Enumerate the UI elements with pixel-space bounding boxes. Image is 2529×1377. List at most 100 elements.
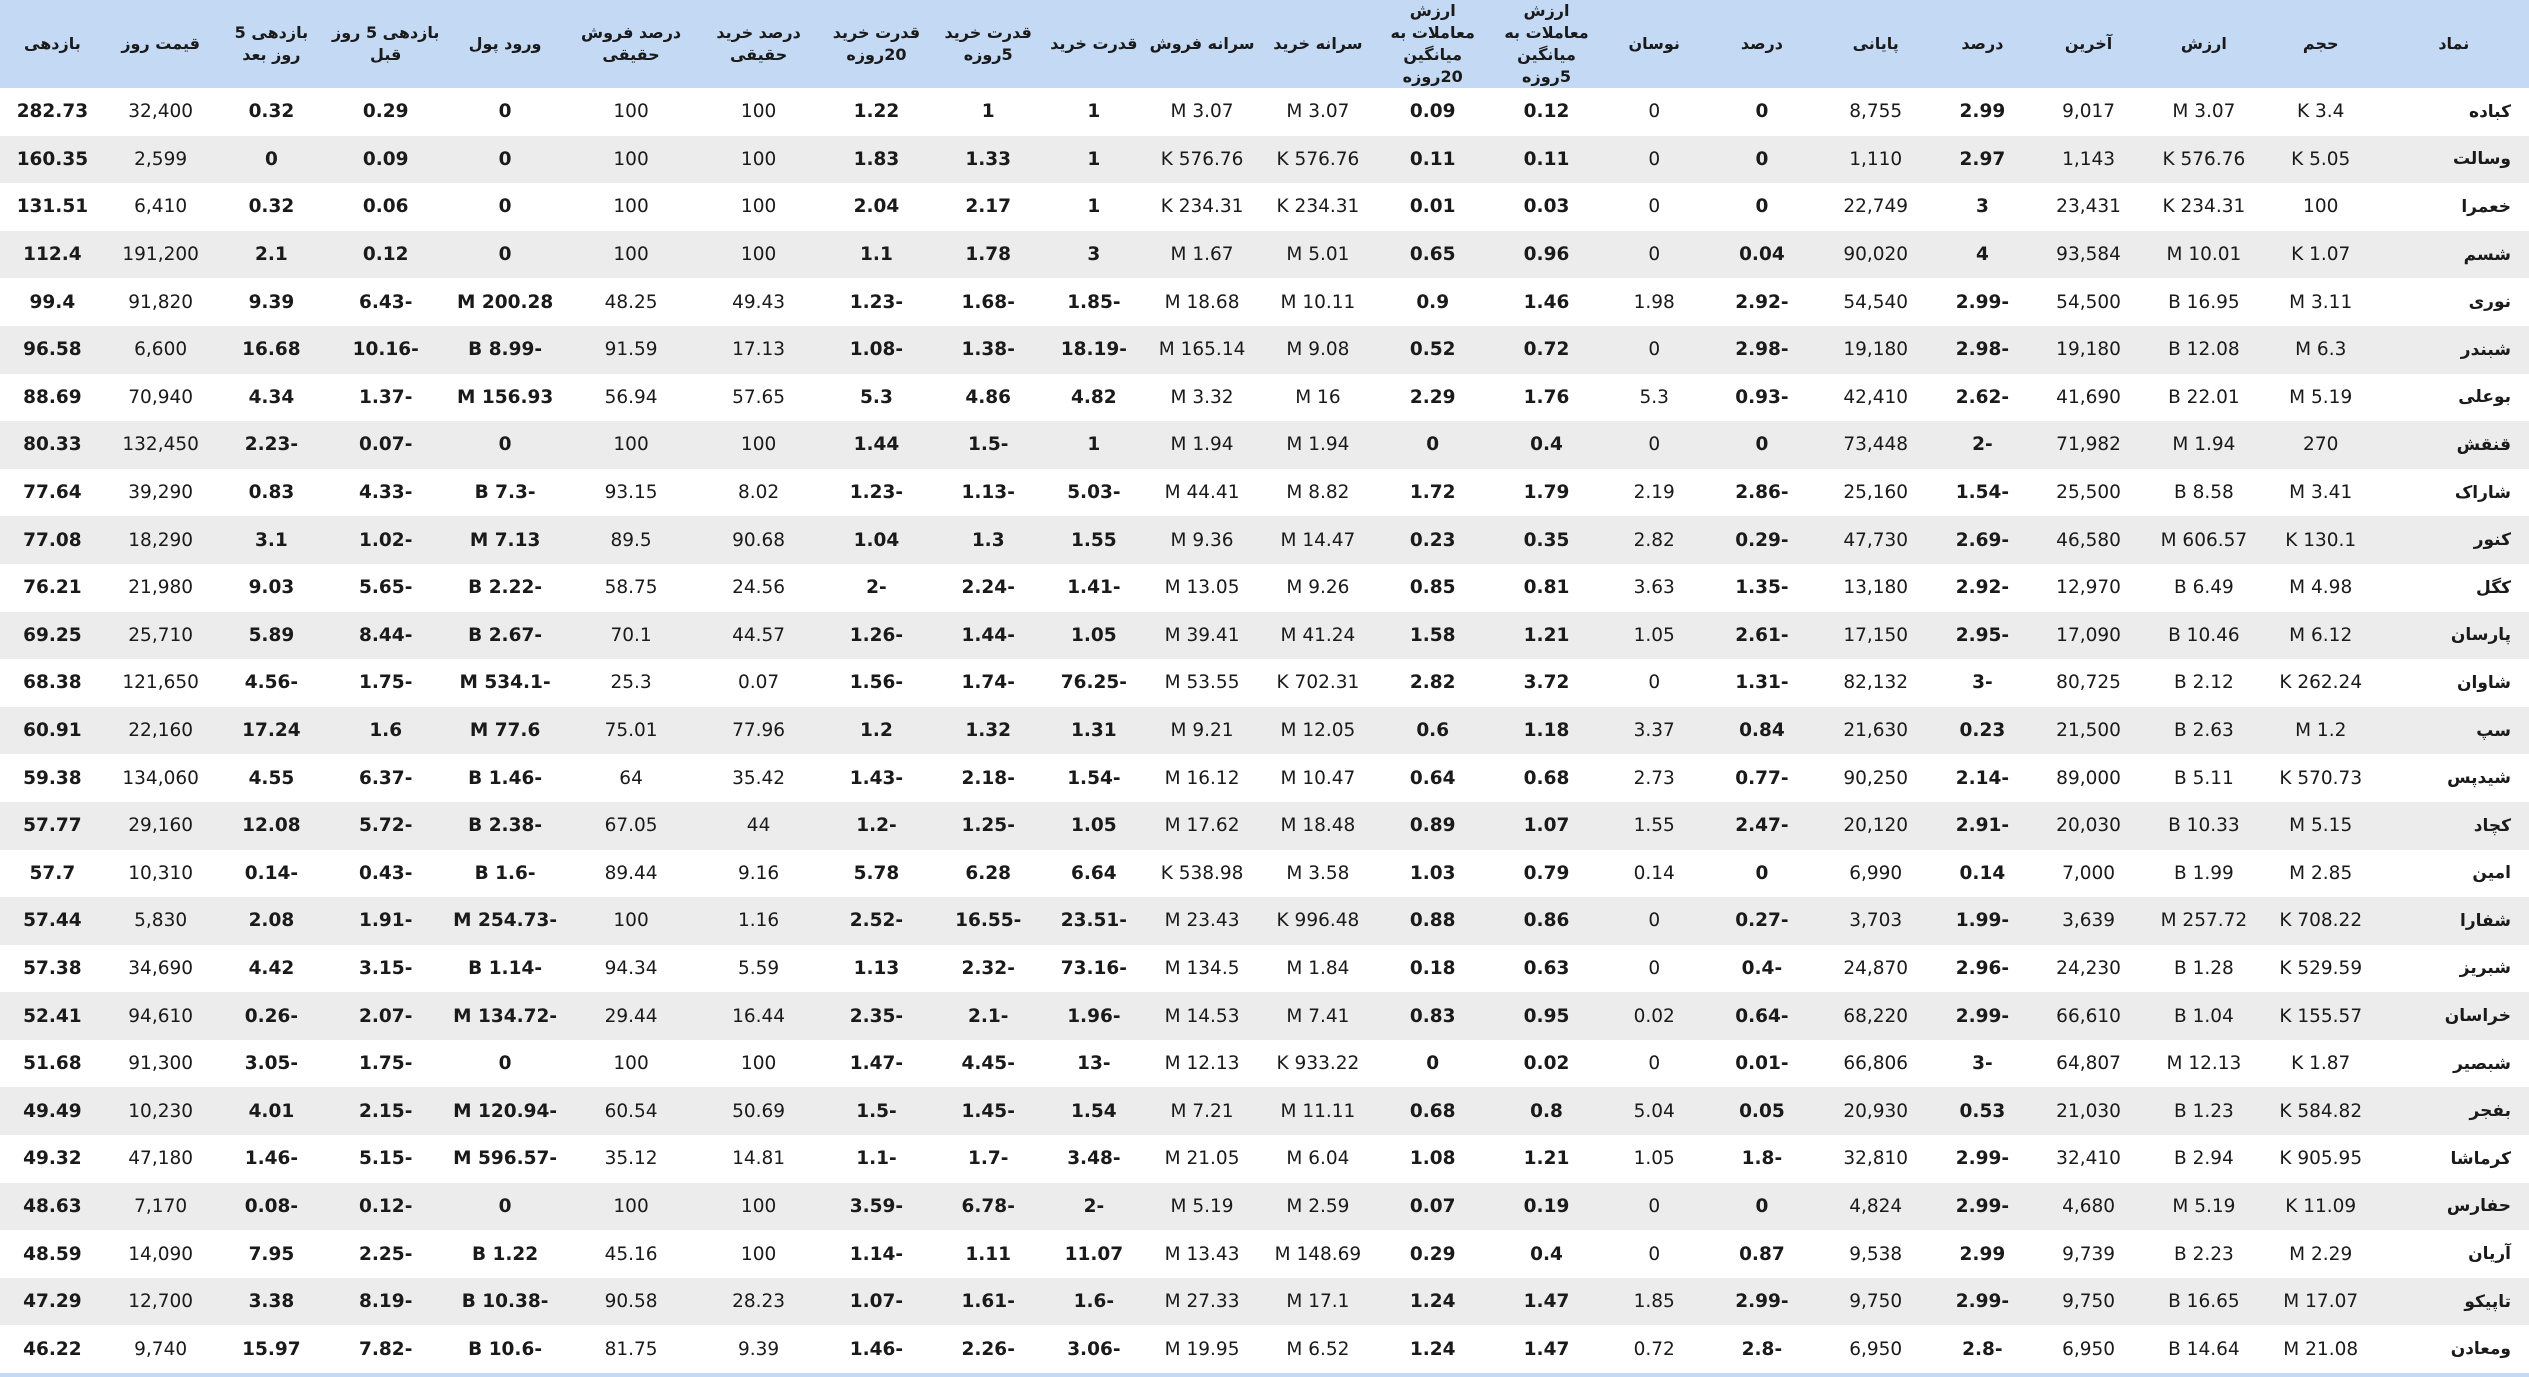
symbol-cell[interactable]: کچاد xyxy=(2379,802,2529,850)
column-header[interactable]: بازدهی 5 روز بعد xyxy=(217,0,327,88)
table-row[interactable]: شبصیر 1.87 K 12.13 M 64,807 -3 66,806 -0.01 0 0.… xyxy=(0,1039,2529,1088)
table-row[interactable]: شیدپس 570.73 K 5.11 B 89,000 -2.14 90,250 -0.7… xyxy=(0,754,2529,802)
column-header[interactable]: نماد xyxy=(2379,0,2529,88)
symbol-cell[interactable]: شاوان xyxy=(2379,659,2529,707)
symbol-cell[interactable]: امین xyxy=(2379,850,2529,898)
symbol-cell[interactable]: بوعلی xyxy=(2379,374,2529,422)
column-header[interactable]: درصد xyxy=(1933,0,2033,88)
table-row[interactable]: بوعلی 5.19 M 22.01 B 41,690 -2.62 42,410 -0.93… xyxy=(0,373,2529,422)
symbol-cell[interactable]: کگل xyxy=(2379,564,2529,612)
table-row[interactable]: خراسان 155.57 K 1.04 B 66,610 -2.99 68,220 -0.… xyxy=(0,992,2529,1040)
symbol-cell[interactable]: خراسان xyxy=(2379,992,2529,1040)
symbol-cell[interactable]: نوری xyxy=(2379,278,2529,326)
symbol-cell[interactable]: وسالت xyxy=(2379,136,2529,184)
table-cell: 3,703 xyxy=(1849,910,1903,932)
table-cell: -2.32 xyxy=(961,957,1015,979)
symbol-cell[interactable]: شاراک xyxy=(2379,469,2529,517)
symbol-cell[interactable]: کباده xyxy=(2379,88,2529,136)
table-cell: 8.58 B xyxy=(2173,482,2234,504)
column-header[interactable]: ارزش معاملات به میانگین 5روزه xyxy=(1490,0,1604,88)
table-cell: 576.76 K xyxy=(1160,148,1244,170)
table-cell: -0.93 xyxy=(1735,386,1789,408)
column-header[interactable]: قیمت روز xyxy=(105,0,217,88)
symbol-cell[interactable]: شفارا xyxy=(2379,897,2529,945)
table-row[interactable]: شبندر 6.3 M 12.08 B 19,180 -2.98 19,180 -2.98 0… xyxy=(0,325,2529,374)
table-row[interactable]: قنقش 270 1.94 M 71,982 -2 73,448 0 0 0.4 0 1.94 M 1… xyxy=(0,421,2529,469)
symbol-cell[interactable]: پارسان xyxy=(2379,612,2529,660)
symbol-cell[interactable]: بفجر xyxy=(2379,1087,2529,1135)
column-header[interactable]: بازدهی 5 روز قبل xyxy=(326,0,445,88)
table-row[interactable]: خعمرا 100 234.31 K 23,431 3 22,749 0 0 0.03 0.01 2… xyxy=(0,183,2529,231)
table-row[interactable]: بفجر 584.82 K 1.23 B 21,030 0.53 20,930 0.05 5.… xyxy=(0,1087,2529,1136)
table-cell: 1.23 B xyxy=(2173,1100,2234,1122)
column-header[interactable]: سرانه خرید xyxy=(1260,0,1376,88)
table-row[interactable]: کنور 130.1 K 606.57 M 46,580 -2.69 47,730 -0.2… xyxy=(0,516,2529,564)
table-row[interactable]: ومعادن 21.08 M 14.64 B 6,950 -2.8 6,950 -2.8 0.… xyxy=(0,1325,2529,1374)
table-row[interactable]: حفارس 11.09 K 5.19 M 4,680 -2.99 4,824 0 0 0.19 0… xyxy=(0,1182,2529,1231)
column-header[interactable]: درصد xyxy=(1705,0,1819,88)
symbol-cell[interactable]: کنور xyxy=(2379,516,2529,564)
table-cell: 4.42 xyxy=(248,957,295,979)
table-cell: -1.25 xyxy=(961,815,1015,837)
column-header[interactable]: درصد خرید حقیقی xyxy=(697,0,820,88)
column-header[interactable]: نوسان xyxy=(1603,0,1705,88)
table-row[interactable]: شاوان 262.24 K 2.12 B 80,725 -3 82,132 -1.31 0 3… xyxy=(0,659,2529,707)
table-row[interactable]: کرماشا 905.95 K 2.94 B 32,410 -2.99 32,810 -1.… xyxy=(0,1135,2529,1183)
table-row[interactable]: آریان 2.29 M 2.23 B 9,739 2.99 9,538 0.87 0 0.4 0… xyxy=(0,1230,2529,1278)
column-header[interactable]: قدرت خرید xyxy=(1044,0,1145,88)
symbol-cell[interactable]: سپ xyxy=(2379,707,2529,755)
table-cell: 0.19 xyxy=(1523,1195,1570,1217)
table-cell: 0 xyxy=(498,434,512,456)
column-header[interactable]: قدرت خرید 5روزه xyxy=(933,0,1044,88)
table-row[interactable]: پارسان 6.12 M 10.46 B 17,090 -2.95 17,150 -2.6… xyxy=(0,611,2529,660)
table-row[interactable]: نوری 3.11 M 16.95 B 54,500 -2.99 54,540 -2.92 1… xyxy=(0,278,2529,326)
table-cell: 70,940 xyxy=(128,386,194,408)
table-cell: 32,400 xyxy=(128,101,194,123)
table-cell: 1.11 xyxy=(965,1243,1012,1265)
symbol-cell[interactable]: شبصیر xyxy=(2379,1040,2529,1088)
column-header[interactable]: ورود پول xyxy=(445,0,565,88)
column-header[interactable]: پایانی xyxy=(1819,0,1933,88)
table-cell: 20,030 xyxy=(2056,815,2121,837)
table-cell: 5.78 xyxy=(853,862,900,884)
symbol-cell[interactable]: شبندر xyxy=(2379,326,2529,374)
table-cell: 121,650 xyxy=(122,672,199,694)
symbol-cell[interactable]: حفارس xyxy=(2379,1183,2529,1231)
symbol-cell[interactable]: شیدپس xyxy=(2379,754,2529,802)
table-row[interactable]: کباده 3.4 K 3.07 M 9,017 2.99 8,755 0 0 0.12 0.09… xyxy=(0,88,2529,136)
table-row[interactable]: کگل 4.98 M 6.49 B 12,970 -2.92 13,180 -1.35 3.6… xyxy=(0,563,2529,612)
symbol-cell[interactable]: کرماشا xyxy=(2379,1135,2529,1183)
table-row[interactable]: شبریز 529.59 K 1.28 B 24,230 -2.96 24,870 -0.4… xyxy=(0,944,2529,993)
table-cell: -2.38 B xyxy=(468,815,543,837)
symbol-cell[interactable]: شبریز xyxy=(2379,945,2529,993)
column-header[interactable]: حجم xyxy=(2263,0,2379,88)
table-cell: 0.65 xyxy=(1409,244,1456,266)
table-row[interactable]: تاپیکو 17.07 M 16.65 B 9,750 -2.99 9,750 -2.99… xyxy=(0,1277,2529,1326)
column-header[interactable]: درصد فروش حقیقی xyxy=(565,0,697,88)
table-row[interactable]: شسم 1.07 K 10.01 M 93,584 4 90,020 0.04 0 0.96 0.… xyxy=(0,230,2529,279)
table-row[interactable]: سپ 1.2 M 2.63 B 21,500 0.23 21,630 0.84 3.37 1.1… xyxy=(0,706,2529,755)
table-cell: 1.24 xyxy=(1409,1291,1456,1313)
symbol-cell[interactable]: تاپیکو xyxy=(2379,1278,2529,1326)
table-row[interactable]: شفارا 708.22 K 257.72 M 3,639 -1.99 3,703 -0.2… xyxy=(0,897,2529,945)
table-row[interactable]: امین 2.85 M 1.99 B 7,000 0.14 6,990 0 0.14 0.79 1… xyxy=(0,849,2529,898)
column-header[interactable]: ارزش معاملات به میانگین 20روزه xyxy=(1376,0,1490,88)
symbol-cell[interactable]: قنقش xyxy=(2379,421,2529,469)
table-row[interactable]: شاراک 3.41 M 8.58 B 25,500 -1.54 25,160 -2.86 2… xyxy=(0,468,2529,517)
symbol-cell[interactable]: خعمرا xyxy=(2379,183,2529,231)
column-header[interactable]: سرانه فروش xyxy=(1144,0,1260,88)
column-header[interactable]: بازدهی xyxy=(0,0,105,88)
table-cell: 2.12 B xyxy=(2173,672,2234,694)
table-cell: 73,448 xyxy=(1843,434,1909,456)
symbol-cell[interactable]: ومعادن xyxy=(2379,1325,2529,1373)
table-row[interactable]: کچاد 5.15 M 10.33 B 20,030 -2.91 20,120 -2.47 1… xyxy=(0,801,2529,850)
symbol-cell[interactable]: شسم xyxy=(2379,231,2529,279)
column-header[interactable]: قدرت خرید 20روزه xyxy=(820,0,933,88)
table-cell: 5.19 M xyxy=(1170,1195,1234,1217)
column-header[interactable]: آخرین xyxy=(2032,0,2145,88)
symbol-cell[interactable]: آریان xyxy=(2379,1230,2529,1278)
table-row[interactable]: وسالت 5.05 K 576.76 K 1,143 2.97 1,110 0 0 0.11 0… xyxy=(0,135,2529,184)
table-cell: -1.23 xyxy=(849,482,904,504)
column-header[interactable]: ارزش xyxy=(2145,0,2263,88)
table-cell: 9.26 M xyxy=(1286,577,1350,599)
